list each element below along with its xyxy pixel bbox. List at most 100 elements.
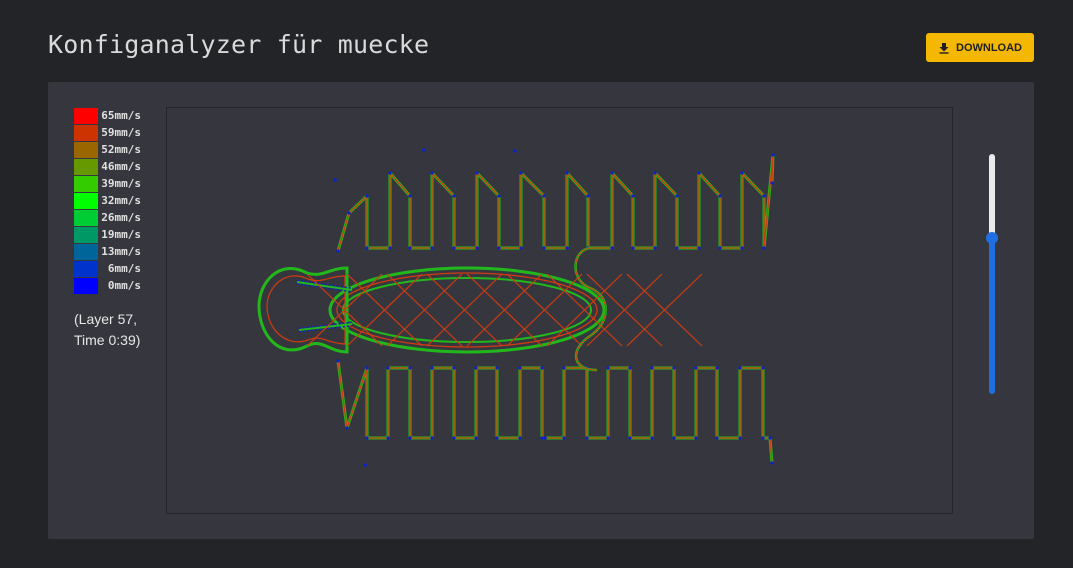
legend-label: 65mm/s bbox=[101, 109, 141, 122]
path-vertex bbox=[430, 171, 434, 175]
path-vertex bbox=[452, 246, 456, 250]
path-vertex bbox=[336, 359, 340, 363]
path-vertex bbox=[388, 246, 392, 250]
path-vertex bbox=[694, 436, 698, 440]
slider-track-remaining bbox=[989, 154, 995, 238]
path-vertex bbox=[770, 461, 774, 465]
path-vertex bbox=[452, 366, 456, 370]
path-vertex bbox=[495, 366, 499, 370]
path-vertex bbox=[365, 366, 369, 370]
path-vertex bbox=[715, 366, 719, 370]
path-vertex bbox=[738, 436, 742, 440]
path-vertex bbox=[565, 246, 569, 250]
path-vertex bbox=[388, 171, 392, 175]
toolpath-viewer[interactable] bbox=[166, 107, 953, 514]
path-vertex bbox=[542, 194, 546, 198]
path-vertex bbox=[474, 366, 478, 370]
legend-label: 46mm/s bbox=[101, 160, 141, 173]
legend-item: 13mm/s bbox=[74, 243, 141, 260]
travel-point bbox=[363, 463, 367, 467]
path-vertex bbox=[430, 246, 434, 250]
top-wing-path-outer bbox=[336, 153, 775, 252]
legend-swatch bbox=[74, 243, 98, 260]
legend-item: 32mm/s bbox=[74, 192, 141, 209]
path-vertex bbox=[586, 194, 590, 198]
travel-point bbox=[543, 436, 547, 440]
analyzer-panel: 65mm/s 59mm/s 52mm/s 46mm/s 39mm/s 32mm/s 26mm… bbox=[48, 82, 1034, 539]
path-vertex bbox=[694, 366, 698, 370]
top-wing-path-inner bbox=[337, 154, 774, 252]
legend-swatch bbox=[74, 107, 98, 124]
path-vertex bbox=[631, 194, 635, 198]
path-vertex bbox=[653, 171, 657, 175]
path-vertex bbox=[672, 366, 676, 370]
legend-label: 39mm/s bbox=[101, 177, 141, 190]
legend-item: 0mm/s bbox=[74, 277, 141, 294]
toolpath-svg bbox=[257, 148, 775, 467]
path-vertex bbox=[519, 246, 523, 250]
legend-swatch bbox=[74, 260, 98, 277]
path-vertex bbox=[495, 436, 499, 440]
neck-infill-green bbox=[296, 281, 353, 291]
legend-item: 6mm/s bbox=[74, 260, 141, 277]
legend-label: 0mm/s bbox=[107, 279, 141, 292]
path-vertex bbox=[365, 246, 369, 250]
travel-point bbox=[333, 178, 337, 182]
path-vertex bbox=[610, 246, 614, 250]
slider-track-filled bbox=[989, 238, 995, 394]
legend-item: 46mm/s bbox=[74, 158, 141, 175]
path-vertex bbox=[408, 194, 412, 198]
bottom-wing-path-outer bbox=[336, 360, 774, 464]
path-vertex bbox=[408, 366, 412, 370]
path-vertex bbox=[347, 211, 351, 215]
body-perimeter bbox=[342, 277, 592, 343]
path-vertex bbox=[430, 436, 434, 440]
path-vertex bbox=[475, 171, 479, 175]
legend-swatch bbox=[74, 277, 98, 294]
path-vertex bbox=[386, 366, 390, 370]
path-vertex bbox=[628, 366, 632, 370]
travel-point bbox=[422, 148, 426, 152]
path-vertex bbox=[386, 436, 390, 440]
path-vertex bbox=[718, 194, 722, 198]
legend-swatch bbox=[74, 158, 98, 175]
legend-label: 6mm/s bbox=[107, 262, 141, 275]
path-vertex bbox=[519, 171, 523, 175]
path-vertex bbox=[770, 181, 774, 185]
layer-slider[interactable] bbox=[986, 154, 998, 394]
path-vertex bbox=[430, 366, 434, 370]
legend-label: 52mm/s bbox=[101, 143, 141, 156]
legend-item: 65mm/s bbox=[74, 107, 141, 124]
path-vertex bbox=[650, 436, 654, 440]
path-vertex bbox=[408, 436, 412, 440]
travel-point bbox=[513, 149, 517, 153]
layer-info: (Layer 57, Time 0:39) bbox=[74, 311, 141, 348]
path-vertex bbox=[738, 366, 742, 370]
path-vertex bbox=[762, 246, 766, 250]
path-vertex bbox=[562, 436, 566, 440]
legend-label: 26mm/s bbox=[101, 211, 141, 224]
path-vertex bbox=[518, 366, 522, 370]
path-vertex bbox=[497, 246, 501, 250]
legend-label: 32mm/s bbox=[101, 194, 141, 207]
path-vertex bbox=[675, 194, 679, 198]
path-vertex bbox=[610, 171, 614, 175]
download-button[interactable]: DOWNLOAD bbox=[926, 33, 1034, 62]
path-vertex bbox=[408, 246, 412, 250]
legend-swatch bbox=[74, 209, 98, 226]
legend-label: 19mm/s bbox=[101, 228, 141, 241]
legend-label: 59mm/s bbox=[101, 126, 141, 139]
slider-thumb[interactable] bbox=[986, 232, 998, 244]
path-vertex bbox=[606, 366, 610, 370]
download-label: DOWNLOAD bbox=[956, 41, 1022, 54]
legend-item: 59mm/s bbox=[74, 124, 141, 141]
path-vertex bbox=[672, 436, 676, 440]
legend-item: 26mm/s bbox=[74, 209, 141, 226]
path-vertex bbox=[540, 436, 544, 440]
legend-swatch bbox=[74, 141, 98, 158]
body-outer-wall bbox=[328, 266, 606, 354]
speed-legend: 65mm/s 59mm/s 52mm/s 46mm/s 39mm/s 32mm/s 26mm… bbox=[74, 107, 141, 294]
path-vertex bbox=[452, 194, 456, 198]
path-vertex bbox=[740, 171, 744, 175]
path-vertex bbox=[715, 436, 719, 440]
